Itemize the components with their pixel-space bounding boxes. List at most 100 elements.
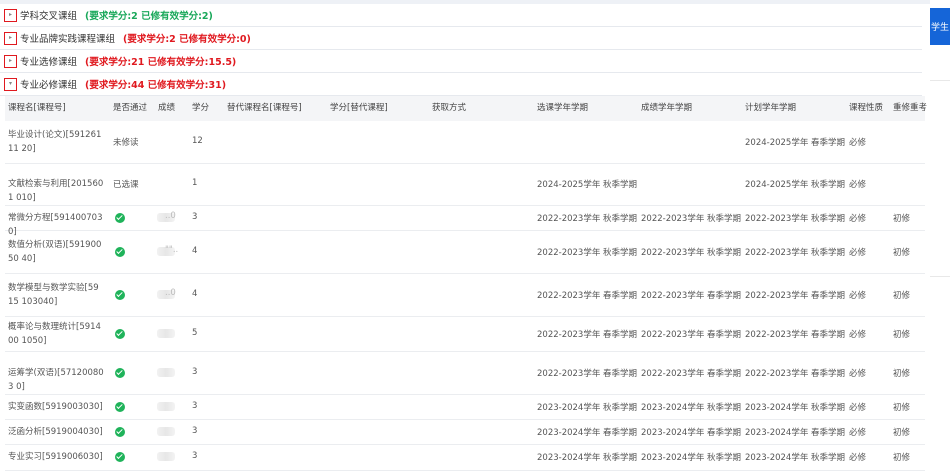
col-acquisition[interactable]: 获取方式 <box>432 96 466 121</box>
course-name: 毕业设计(论文)[59126111 20] <box>8 130 102 154</box>
plan-term: 2023-2024学年 春季学期 <box>745 427 846 438</box>
course-name: 数学模型与数学实验[5915 103040] <box>8 282 99 307</box>
score-term: 2023-2024学年 秋季学期 <box>641 402 742 413</box>
group-brand-practice[interactable]: ▸ 专业品牌实践课程课组 (要求学分:2 已修有效学分:0) <box>0 27 922 50</box>
plan-term: 2022-2023学年 春季学期 <box>745 368 846 379</box>
selection-term: 2024-2025学年 秋季学期 <box>537 180 638 190</box>
plan-term: 2023-2024学年 秋季学期 <box>745 453 846 463</box>
pass-status: 已选课 <box>113 180 139 190</box>
score-term: 2022-2023学年 春季学期 <box>641 329 742 340</box>
expand-toggle-icon[interactable]: ▸ <box>4 31 17 45</box>
col-course-nature[interactable]: 课程性质 <box>849 96 883 121</box>
course-nature: 必修 <box>849 213 867 224</box>
retake-status: 初修 <box>893 368 911 379</box>
course-name: 数值分析(双语)[59190050 40] <box>8 239 102 264</box>
table-row[interactable]: 常微分方程[5914007030] ..0 3 2022-2023学年 秋季学期 202… <box>5 205 925 237</box>
retake-status: 初修 <box>893 402 911 413</box>
grade-redacted <box>157 367 175 377</box>
plan-term: 2022-2023学年 春季学期 <box>745 329 846 340</box>
score-term: 2023-2024学年 秋季学期 <box>641 453 742 463</box>
group-professional-required[interactable]: ▾ 专业必修课组 (要求学分:44 已修有效学分:31) <box>0 73 922 96</box>
col-plan-term[interactable]: 计划学年学期 <box>745 96 796 121</box>
group-credit-requirement: (要求学分:2 已修有效学分:2) <box>85 11 213 22</box>
divider <box>930 276 950 277</box>
plan-term: 2024-2025学年 春季学期 <box>745 138 846 148</box>
table-row[interactable]: 文献检索与利用[2015601 010] 已选课 1 2024-2025学年 秋季学期… <box>5 163 925 206</box>
score-term: 2023-2024学年 春季学期 <box>641 427 742 438</box>
course-nature: 必修 <box>849 368 867 379</box>
col-score-term[interactable]: 成绩学年学期 <box>641 96 692 121</box>
selection-term: 2023-2024学年 春季学期 <box>537 427 638 438</box>
course-nature: 必修 <box>849 180 867 190</box>
score-term: 2022-2023学年 春季学期 <box>641 368 742 379</box>
course-nature: 必修 <box>849 247 867 258</box>
credit: 3 <box>192 211 198 222</box>
retake-status: 初修 <box>893 453 911 463</box>
grade: ..0 <box>165 210 176 221</box>
group-interdisciplinary[interactable]: ▸ 学科交叉课组 (要求学分:2 已修有效学分:2) <box>0 4 922 27</box>
collapse-toggle-icon[interactable]: ▾ <box>4 77 17 91</box>
course-nature: 必修 <box>849 453 867 463</box>
expand-toggle-icon[interactable]: ▸ <box>4 54 17 68</box>
expand-toggle-icon[interactable]: ▸ <box>4 8 17 22</box>
course-nature: 必修 <box>849 290 867 301</box>
course-nature: 必修 <box>849 138 867 148</box>
course-name: 专业实习[5919006030] <box>8 452 103 462</box>
course-name: 泛函分析[5919004030] <box>8 426 103 437</box>
grade-redacted <box>157 452 175 461</box>
col-course-name[interactable]: 课程名[课程号] <box>8 96 66 121</box>
col-substitute-credit[interactable]: 学分[替代课程] <box>330 96 388 121</box>
credit: 5 <box>192 327 198 338</box>
credit: 3 <box>192 425 198 436</box>
col-selection-term[interactable]: 选课学年学期 <box>537 96 588 121</box>
credit: 3 <box>192 400 198 411</box>
student-side-button[interactable]: 学生 <box>930 8 950 45</box>
col-credit[interactable]: 学分 <box>192 96 209 121</box>
course-name: 实变函数[5919003030] <box>8 401 103 412</box>
group-title: 专业品牌实践课程课组 <box>20 34 116 45</box>
table-header: 课程名[课程号] 是否通过 成绩 学分 替代课程名[课程号] 学分[替代课程] … <box>5 96 927 121</box>
retake-status: 初修 <box>893 427 911 438</box>
table-row[interactable]: 专业实习[5919006030] 3 2023-2024学年 秋季学期 2023-20… <box>5 444 925 471</box>
passed-check-icon <box>115 367 125 378</box>
grade: "".. <box>165 244 179 255</box>
grade-redacted <box>157 328 175 338</box>
plan-term: 2022-2023学年 秋季学期 <box>745 247 846 258</box>
col-retake[interactable]: 重修重考 <box>893 96 927 121</box>
table-row[interactable]: 实变函数[5919003030] 3 2023-2024学年 秋季学期 2023-20… <box>5 394 925 420</box>
table-row[interactable]: 泛函分析[5919004030] 3 2023-2024学年 春季学期 2023-20… <box>5 419 925 445</box>
course-name: 概率论与数理统计[591400 1050] <box>8 321 101 346</box>
credit: 4 <box>192 288 198 299</box>
group-title: 专业选修课组 <box>20 57 78 68</box>
plan-term: 2023-2024学年 秋季学期 <box>745 402 846 413</box>
selection-term: 2022-2023学年 春季学期 <box>537 329 638 340</box>
col-passed[interactable]: 是否通过 <box>113 96 147 121</box>
plan-term: 2022-2023学年 春季学期 <box>745 290 846 301</box>
table-row[interactable]: 概率论与数理统计[591400 1050] 5 2022-2023学年 春季学期 20… <box>5 316 925 352</box>
selection-term: 2022-2023学年 春季学期 <box>537 290 638 301</box>
table-row[interactable]: 毕业设计(论文)[59126111 20] 未修读 12 2024-2025学年 春季… <box>5 121 925 164</box>
table-row[interactable]: 运筹学(双语)[571200803 0] 3 2022-2023学年 春季学期 202… <box>5 351 925 395</box>
grade: ..0 <box>165 287 176 298</box>
course-nature: 必修 <box>849 427 867 438</box>
table-row[interactable]: 数值分析(双语)[59190050 40] "".. 4 2022-2023学年 秋季… <box>5 230 925 274</box>
group-credit-requirement: (要求学分:2 已修有效学分:0) <box>123 34 251 45</box>
group-title: 学科交叉课组 <box>20 11 78 22</box>
retake-status: 初修 <box>893 213 911 224</box>
passed-check-icon <box>115 246 125 257</box>
group-professional-elective[interactable]: ▸ 专业选修课组 (要求学分:21 已修有效学分:15.5) <box>0 50 922 73</box>
score-term: 2022-2023学年 秋季学期 <box>641 213 742 224</box>
credit: 4 <box>192 245 198 256</box>
passed-check-icon <box>115 452 125 462</box>
course-credit-page: ▸ 学科交叉课组 (要求学分:2 已修有效学分:2) ▸ 专业品牌实践课程课组 … <box>0 0 950 471</box>
col-substitute-course[interactable]: 替代课程名[课程号] <box>227 96 302 121</box>
grade-redacted <box>157 401 175 411</box>
course-nature: 必修 <box>849 329 867 340</box>
col-grade[interactable]: 成绩 <box>158 96 175 121</box>
passed-check-icon <box>115 212 125 223</box>
selection-term: 2022-2023学年 春季学期 <box>537 368 638 379</box>
course-nature: 必修 <box>849 402 867 413</box>
table-row[interactable]: 数学模型与数学实验[5915 103040] ..0 4 2022-2023学年 春季… <box>5 273 925 317</box>
retake-status: 初修 <box>893 247 911 258</box>
plan-term: 2022-2023学年 秋季学期 <box>745 213 846 224</box>
